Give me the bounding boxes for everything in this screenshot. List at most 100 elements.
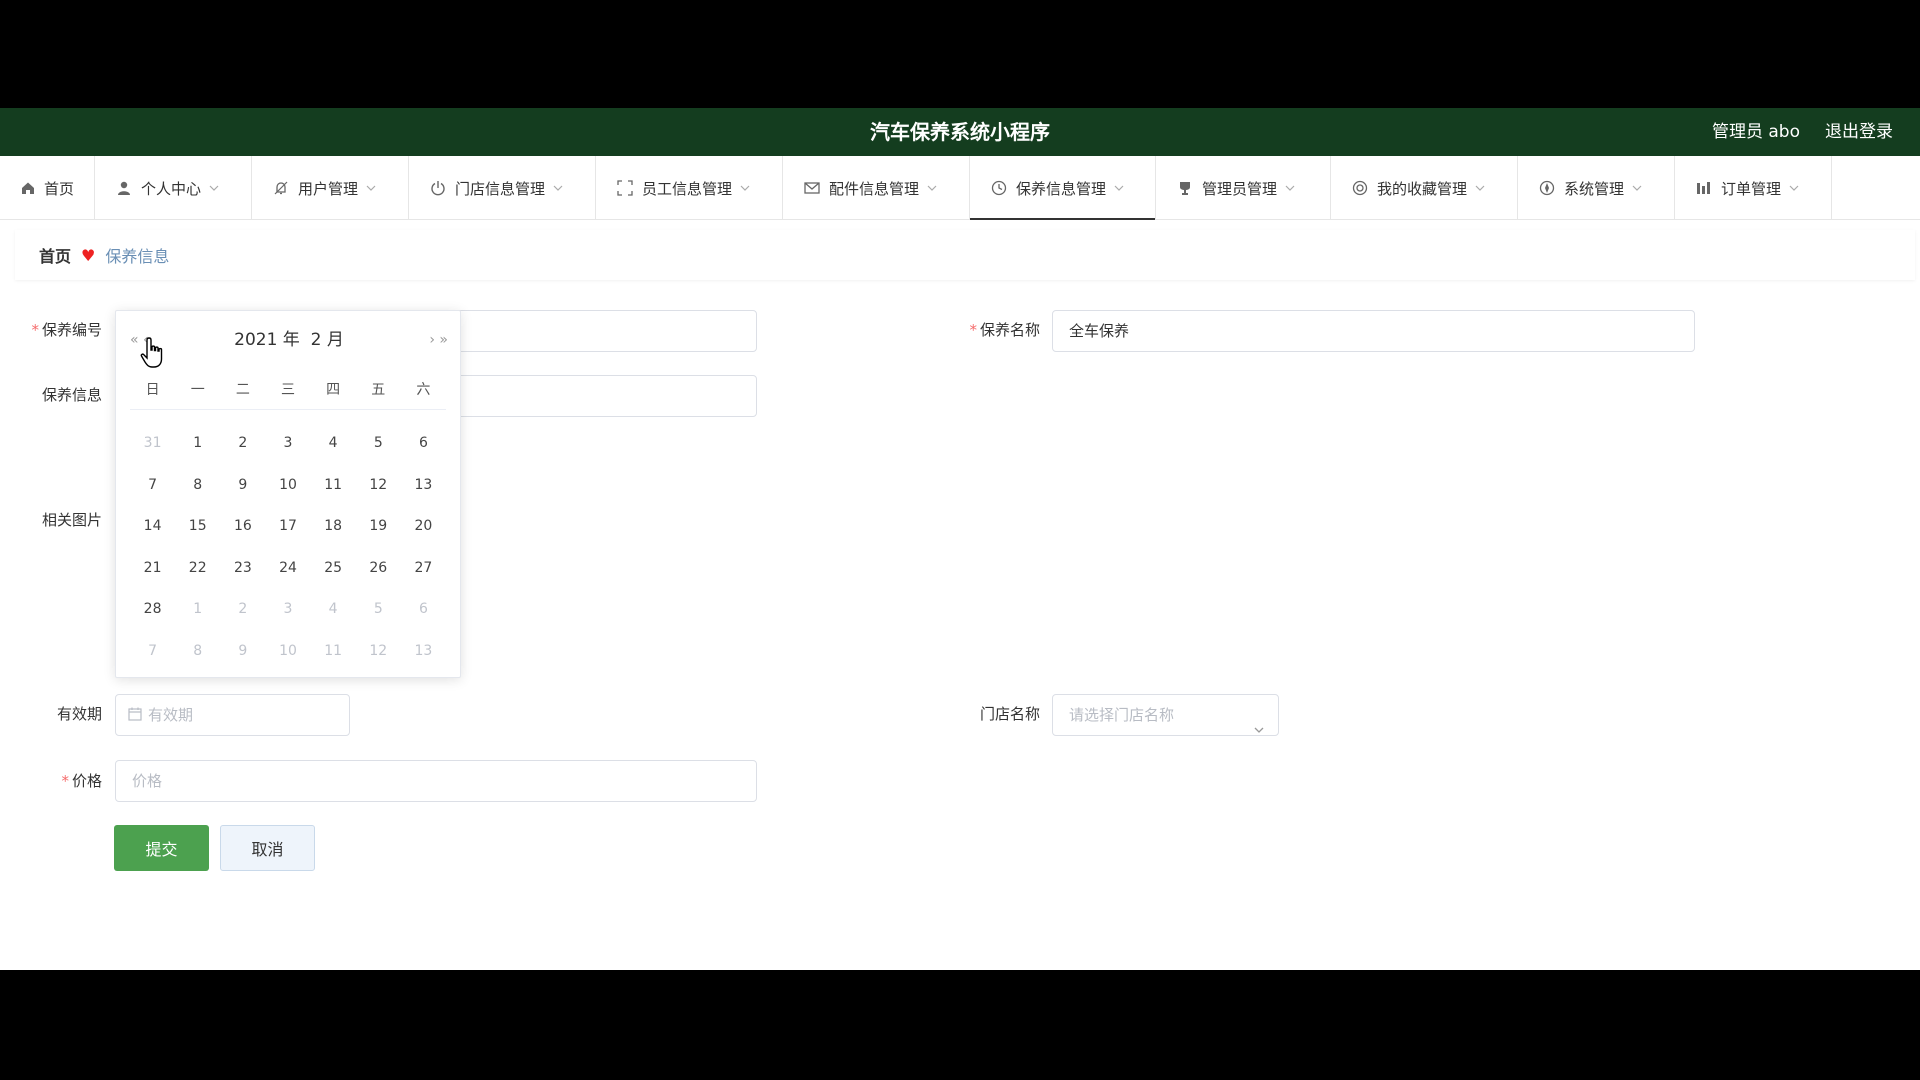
- weekday-label: 一: [190, 382, 205, 398]
- month-label[interactable]: 2 月: [311, 330, 344, 350]
- chevron-down-icon: [740, 183, 750, 193]
- nav-item-label: 保养信息管理: [1016, 179, 1107, 198]
- calendar-day[interactable]: 17: [265, 506, 310, 548]
- weekday-label: 五: [371, 382, 386, 398]
- calendar-day[interactable]: 20: [401, 506, 446, 548]
- calendar-day[interactable]: 13: [401, 465, 446, 507]
- calendar-day[interactable]: 18: [311, 506, 356, 548]
- nav-item-4[interactable]: 员工信息管理: [596, 156, 783, 220]
- calendar-day[interactable]: 26: [356, 548, 401, 590]
- hand-cursor-icon: [140, 337, 163, 368]
- calendar-day[interactable]: 22: [175, 548, 220, 590]
- submit-button[interactable]: 提交: [114, 825, 209, 871]
- calendar-day[interactable]: 11: [311, 631, 356, 673]
- calendar-day[interactable]: 9: [220, 465, 265, 507]
- nav-item-label: 员工信息管理: [642, 179, 733, 198]
- calendar-day[interactable]: 14: [130, 506, 175, 548]
- store-select[interactable]: 请选择门店名称: [1052, 694, 1279, 736]
- calendar-day[interactable]: 24: [265, 548, 310, 590]
- date-picker-header: « ‹ 2021 年 2 月 › »: [116, 325, 462, 355]
- calendar-day[interactable]: 6: [401, 423, 446, 465]
- calendar-day[interactable]: 10: [265, 465, 310, 507]
- clock-icon: [990, 179, 1008, 197]
- chevron-down-icon: [1789, 183, 1799, 193]
- nav-item-1[interactable]: 个人中心: [95, 156, 252, 220]
- calendar-day[interactable]: 12: [356, 631, 401, 673]
- nav-item-6[interactable]: 保养信息管理: [970, 156, 1156, 220]
- logout-link[interactable]: 退出登录: [1825, 108, 1893, 156]
- chevron-down-icon: [209, 183, 219, 193]
- date-picker-title: 2021 年 2 月: [116, 325, 462, 355]
- calendar-day[interactable]: 8: [175, 465, 220, 507]
- main-nav: 首页 个人中心 用户管理 门店信息管理 员工信息管理 配件信息管理 保养信息管理 管理员管理 我…: [0, 156, 1920, 220]
- weekday-label: 四: [326, 382, 341, 398]
- calendar-day[interactable]: 15: [175, 506, 220, 548]
- calendar-day[interactable]: 3: [265, 423, 310, 465]
- calendar-day[interactable]: 3: [265, 589, 310, 631]
- weekday-label: 日: [145, 382, 160, 398]
- calendar-day[interactable]: 2: [220, 589, 265, 631]
- year-label[interactable]: 2021 年: [234, 330, 300, 350]
- calendar-day[interactable]: 19: [356, 506, 401, 548]
- nav-item-label: 订单管理: [1721, 179, 1782, 198]
- calendar-day[interactable]: 1: [175, 589, 220, 631]
- info-label: 保养信息: [41, 386, 102, 404]
- calendar-day[interactable]: 5: [356, 589, 401, 631]
- calendar-day[interactable]: 31: [130, 423, 175, 465]
- calendar-day[interactable]: 21: [130, 548, 175, 590]
- calendar-day[interactable]: 7: [130, 465, 175, 507]
- mail-icon: [803, 179, 821, 197]
- validity-placeholder: 有效期: [148, 706, 194, 724]
- calendar-day[interactable]: 11: [311, 465, 356, 507]
- nav-item-label: 门店信息管理: [455, 179, 546, 198]
- nav-item-3[interactable]: 门店信息管理: [409, 156, 596, 220]
- nav-item-5[interactable]: 配件信息管理: [783, 156, 970, 220]
- calendar-icon: [128, 696, 142, 736]
- breadcrumb-home[interactable]: 首页: [39, 243, 71, 267]
- bars-icon: [1695, 179, 1713, 197]
- cancel-button[interactable]: 取消: [220, 825, 315, 871]
- validity-date-input[interactable]: 有效期: [115, 694, 350, 736]
- calendar-day[interactable]: 16: [220, 506, 265, 548]
- calendar-day[interactable]: 12: [356, 465, 401, 507]
- name-input[interactable]: 全车保养: [1052, 310, 1695, 352]
- nav-item-7[interactable]: 管理员管理: [1156, 156, 1331, 220]
- nav-item-9[interactable]: 系统管理: [1518, 156, 1675, 220]
- nav-item-label: 用户管理: [298, 179, 359, 198]
- calendar-day[interactable]: 6: [401, 589, 446, 631]
- calendar-day[interactable]: 23: [220, 548, 265, 590]
- nav-item-2[interactable]: 用户管理: [252, 156, 409, 220]
- power-icon: [429, 179, 447, 197]
- user-icon: [115, 179, 133, 197]
- bell-icon: [272, 179, 290, 197]
- nav-item-label: 我的收藏管理: [1377, 179, 1468, 198]
- fullscreen-icon: [616, 179, 634, 197]
- nav-item-label: 管理员管理: [1202, 179, 1278, 198]
- calendar-day[interactable]: 1: [175, 423, 220, 465]
- nav-item-0[interactable]: 首页: [0, 156, 95, 220]
- calendar-day[interactable]: 2: [220, 423, 265, 465]
- weekday-label: 六: [416, 382, 431, 398]
- price-placeholder: 价格: [132, 772, 163, 790]
- calendar-day[interactable]: 4: [311, 589, 356, 631]
- chevron-down-icon: [366, 183, 376, 193]
- calendar-day[interactable]: 13: [401, 631, 446, 673]
- calendar-day[interactable]: 8: [175, 631, 220, 673]
- nav-item-10[interactable]: 订单管理: [1675, 156, 1832, 220]
- calendar-day[interactable]: 27: [401, 548, 446, 590]
- weekday-header: 日一二三四五六: [130, 379, 446, 410]
- calendar-day[interactable]: 7: [130, 631, 175, 673]
- nav-item-label: 配件信息管理: [829, 179, 920, 198]
- calendar-day[interactable]: 28: [130, 589, 175, 631]
- nav-item-8[interactable]: 我的收藏管理: [1331, 156, 1518, 220]
- next-year-button[interactable]: › »: [429, 325, 448, 355]
- calendar-day[interactable]: 9: [220, 631, 265, 673]
- calendar-day[interactable]: 5: [356, 423, 401, 465]
- heart-icon: ♥: [81, 245, 96, 265]
- calendar-day[interactable]: 4: [311, 423, 356, 465]
- app-window: 汽车保养系统小程序 管理员 abo 退出登录 首页 个人中心 用户管理 门店信息管理 员…: [0, 108, 1920, 970]
- price-input[interactable]: 价格: [115, 760, 757, 802]
- calendar-day[interactable]: 25: [311, 548, 356, 590]
- chevron-down-icon: [1254, 710, 1264, 733]
- calendar-day[interactable]: 10: [265, 631, 310, 673]
